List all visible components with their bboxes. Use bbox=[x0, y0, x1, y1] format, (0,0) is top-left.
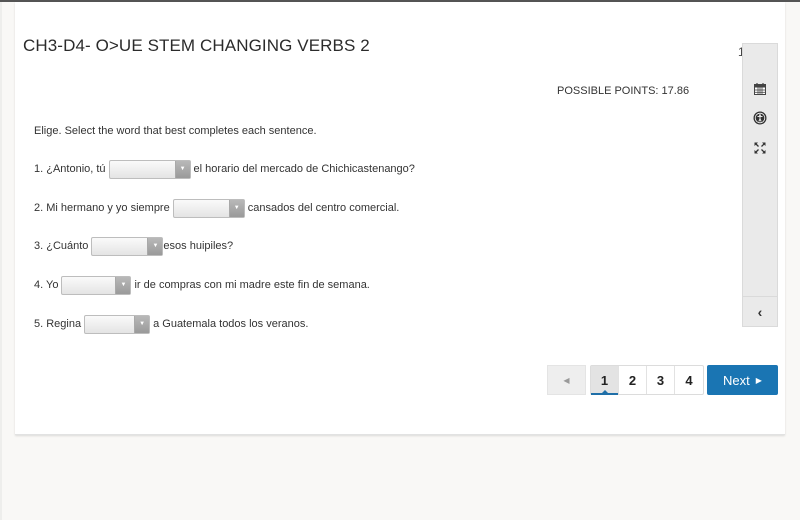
chevron-left-icon: ◀ bbox=[563, 375, 570, 385]
page-numbers: 1 2 3 4 bbox=[590, 365, 704, 395]
question-5: 5. Regina ▼ a Guatemala todos los verano… bbox=[34, 314, 308, 334]
question-text-before: 5. Regina bbox=[34, 318, 82, 330]
page-1-button[interactable]: 1 bbox=[591, 366, 619, 395]
question-text-before: 3. ¿Cuánto bbox=[34, 240, 89, 252]
side-panel: ‹ bbox=[742, 43, 778, 327]
answer-dropdown-4[interactable]: ▼ bbox=[61, 275, 132, 295]
question-1: 1. ¿Antonio, tú ▼ el horario del mercado… bbox=[34, 159, 415, 179]
chevron-down-icon: ▼ bbox=[147, 237, 163, 255]
quiz-card: CH3-D4- O>UE STEM CHANGING VERBS 2 1 of … bbox=[15, 2, 785, 435]
accessibility-icon[interactable] bbox=[743, 108, 777, 128]
question-text-before: 1. ¿Antonio, tú bbox=[34, 163, 106, 175]
page-4-button[interactable]: 4 bbox=[675, 366, 703, 394]
dropdown-value bbox=[92, 238, 147, 255]
question-text-after: el horario del mercado de Chichicastenan… bbox=[193, 163, 415, 175]
chevron-down-icon: ▼ bbox=[174, 160, 190, 178]
question-2: 2. Mi hermano y yo siempre ▼ cansados de… bbox=[34, 198, 399, 218]
page-title: CH3-D4- O>UE STEM CHANGING VERBS 2 bbox=[23, 36, 370, 55]
page-2-button[interactable]: 2 bbox=[619, 366, 647, 394]
answer-dropdown-2[interactable]: ▼ bbox=[172, 198, 245, 218]
question-text-before: 4. Yo bbox=[34, 279, 59, 291]
answer-dropdown-5[interactable]: ▼ bbox=[84, 314, 151, 334]
question-text-after: esos huipiles? bbox=[163, 240, 234, 252]
instructions: Elige. Select the word that best complet… bbox=[34, 125, 317, 137]
question-3: 3. ¿Cuánto ▼ esos huipiles? bbox=[34, 236, 233, 256]
question-4: 4. Yo ▼ ir de compras con mi madre este … bbox=[34, 275, 370, 295]
chevron-down-icon: ▼ bbox=[134, 315, 150, 333]
answer-dropdown-3[interactable]: ▼ bbox=[91, 236, 164, 256]
question-text-after: cansados del centro comercial. bbox=[247, 202, 400, 214]
left-edge bbox=[0, 2, 2, 520]
dropdown-value bbox=[110, 161, 175, 178]
chevron-down-icon: ▼ bbox=[115, 276, 131, 294]
answer-dropdown-1[interactable]: ▼ bbox=[108, 159, 191, 179]
dropdown-value bbox=[62, 277, 115, 294]
possible-points: POSSIBLE POINTS: 17.86 bbox=[557, 85, 690, 97]
question-text-before: 2. Mi hermano y yo siempre bbox=[34, 202, 170, 214]
fullscreen-icon[interactable] bbox=[743, 138, 777, 158]
play-right-icon: ▶ bbox=[755, 375, 762, 385]
next-button[interactable]: Next ▶ bbox=[707, 365, 778, 395]
previous-page-button[interactable]: ◀ bbox=[547, 365, 586, 395]
dropdown-value bbox=[85, 316, 134, 333]
dropdown-value bbox=[174, 200, 229, 217]
page-3-button[interactable]: 3 bbox=[647, 366, 675, 394]
collapse-panel-button[interactable]: ‹ bbox=[743, 297, 777, 327]
chevron-down-icon: ▼ bbox=[228, 199, 244, 217]
question-text-after: ir de compras con mi madre este fin de s… bbox=[134, 279, 370, 291]
question-text-after: a Guatemala todos los veranos. bbox=[153, 318, 309, 330]
next-label: Next bbox=[723, 372, 750, 388]
calendar-icon[interactable] bbox=[743, 79, 777, 99]
